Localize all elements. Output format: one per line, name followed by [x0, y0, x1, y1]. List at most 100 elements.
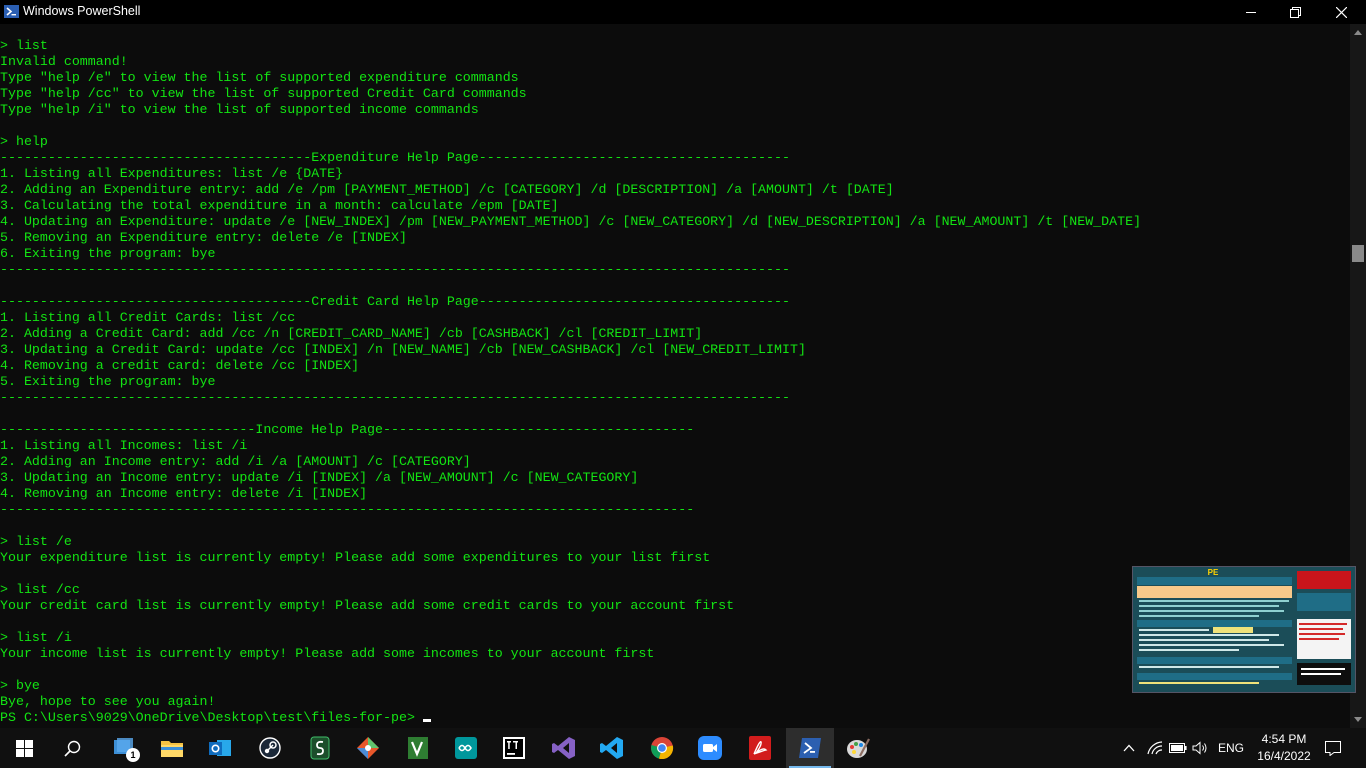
console-line: > list — [0, 38, 48, 53]
window-title: Windows PowerShell — [23, 4, 141, 18]
task-view-button[interactable]: 1 — [100, 728, 148, 768]
language-indicator[interactable]: ENG — [1214, 728, 1248, 768]
spreadsheet-app-icon — [408, 737, 428, 759]
console-line: > list /e — [0, 534, 72, 549]
close-button[interactable] — [1318, 0, 1364, 24]
vscode-button[interactable] — [588, 728, 636, 768]
console-line: > list /cc — [0, 582, 80, 597]
console-line: Bye, hope to see you again! — [0, 694, 216, 709]
console-line: Your expenditure list is currently empty… — [0, 550, 711, 565]
console-line: 3. Updating an Income entry: update /i [… — [0, 470, 639, 485]
show-hidden-icons-button[interactable] — [1118, 728, 1140, 768]
console-line: ---------------------------------------E… — [0, 150, 790, 165]
console-line: > list /i — [0, 630, 72, 645]
visual-studio-button[interactable] — [540, 728, 588, 768]
prompt-line[interactable]: PS C:\Users\9029\OneDrive\Desktop\test\f… — [0, 710, 1350, 726]
battery-button[interactable] — [1167, 728, 1189, 768]
console-line: 1. Listing all Expenditures: list /e {DA… — [0, 166, 344, 181]
console-line: 2. Adding an Expenditure entry: add /e /… — [0, 182, 894, 197]
steam-button[interactable] — [246, 728, 294, 768]
spreadsheet-app-button[interactable] — [394, 728, 442, 768]
acrobat-button[interactable] — [736, 728, 784, 768]
console-line: ----------------------------------------… — [0, 262, 790, 277]
money-app-button[interactable] — [296, 728, 344, 768]
chrome-button[interactable] — [638, 728, 686, 768]
paint-button[interactable] — [834, 728, 882, 768]
console-line: Invalid command! — [0, 54, 128, 69]
visual-studio-icon — [552, 737, 575, 759]
clock-date: 16/4/2022 — [1257, 749, 1311, 763]
arduino-button[interactable] — [442, 728, 490, 768]
text-cursor — [422, 719, 431, 722]
notification-icon — [1325, 740, 1341, 756]
minimize-button[interactable] — [1228, 0, 1274, 24]
console-line: 2. Adding an Income entry: add /i /a [AM… — [0, 454, 471, 469]
console-line: 4. Removing a credit card: delete /cc [I… — [0, 358, 360, 373]
prompt-text: PS C:\Users\9029\OneDrive\Desktop\test\f… — [0, 710, 423, 725]
search-icon — [63, 740, 80, 757]
search-button[interactable] — [48, 728, 96, 768]
console-line: Type "help /i" to view the list of suppo… — [0, 102, 479, 117]
console-line: 4. Updating an Expenditure: update /e [N… — [0, 214, 1142, 229]
wifi-icon — [1147, 741, 1163, 755]
restore-button[interactable] — [1272, 0, 1318, 24]
powershell-taskbar-icon — [799, 738, 821, 758]
console-line: 3. Updating a Credit Card: update /cc [I… — [0, 342, 806, 357]
acrobat-icon — [749, 736, 771, 760]
title-bar: Windows PowerShell — [0, 0, 1366, 24]
chrome-icon — [651, 737, 674, 760]
console-line: Type "help /e" to view the list of suppo… — [0, 70, 519, 85]
console-line: Type "help /cc" to view the list of supp… — [0, 86, 527, 101]
zoom-icon — [698, 736, 722, 760]
vscode-icon — [600, 737, 623, 759]
console-line: 3. Calculating the total expenditure in … — [0, 198, 559, 213]
scroll-up-icon[interactable] — [1354, 30, 1362, 35]
powershell-taskbar-button[interactable] — [786, 728, 834, 768]
console-line: 4. Removing an Income entry: delete /i [… — [0, 486, 368, 501]
console-line: 5. Removing an Expenditure entry: delete… — [0, 230, 407, 245]
scrollbar-thumb[interactable] — [1352, 245, 1364, 262]
close-icon — [1335, 6, 1347, 18]
outlook-icon — [209, 740, 231, 756]
console-line: 5. Exiting the program: bye — [0, 374, 216, 389]
battery-icon — [1169, 743, 1187, 753]
floating-document-thumbnail[interactable]: PE — [1132, 566, 1356, 693]
console-line: > help — [0, 134, 48, 149]
clock[interactable]: 4:54 PM 16/4/2022 — [1252, 731, 1316, 765]
folder-icon — [161, 741, 183, 757]
start-button[interactable] — [0, 728, 48, 768]
console-line: --------------------------------Income H… — [0, 422, 695, 437]
console-line: 1. Listing all Credit Cards: list /cc — [0, 310, 296, 325]
console-line: Your income list is currently empty! Ple… — [0, 646, 655, 661]
zoom-button[interactable] — [686, 728, 734, 768]
taskbar: 1 ENG 4:54 PM 16/4/2022 — [0, 728, 1366, 768]
minimize-icon — [1246, 12, 1256, 13]
git-app-button[interactable] — [344, 728, 392, 768]
console-line: > bye — [0, 678, 40, 693]
restore-icon — [1289, 6, 1301, 18]
windows-logo-icon — [15, 739, 33, 757]
powershell-icon — [4, 5, 19, 18]
arduino-icon — [455, 737, 477, 759]
chevron-up-icon — [1123, 744, 1135, 752]
file-explorer-button[interactable] — [148, 728, 196, 768]
network-button[interactable] — [1144, 728, 1166, 768]
thumbnail-document-image — [1137, 571, 1351, 685]
speaker-icon — [1192, 741, 1207, 755]
steam-icon — [259, 737, 281, 759]
git-app-icon — [357, 737, 379, 759]
notification-badge: 1 — [126, 748, 140, 762]
console-line: 6. Exiting the program: bye — [0, 246, 216, 261]
console-line: ----------------------------------------… — [0, 390, 790, 405]
money-app-icon — [310, 736, 330, 760]
paint-palette-icon — [847, 738, 870, 758]
intellij-icon — [503, 737, 525, 759]
notifications-button[interactable] — [1320, 728, 1346, 768]
console-line: 1. Listing all Incomes: list /i — [0, 438, 248, 453]
scroll-down-icon[interactable] — [1354, 717, 1362, 722]
volume-button[interactable] — [1189, 728, 1211, 768]
clock-time: 4:54 PM — [1261, 732, 1307, 746]
intellij-button[interactable] — [490, 728, 538, 768]
console-line: Your credit card list is currently empty… — [0, 598, 735, 613]
outlook-button[interactable] — [196, 728, 244, 768]
